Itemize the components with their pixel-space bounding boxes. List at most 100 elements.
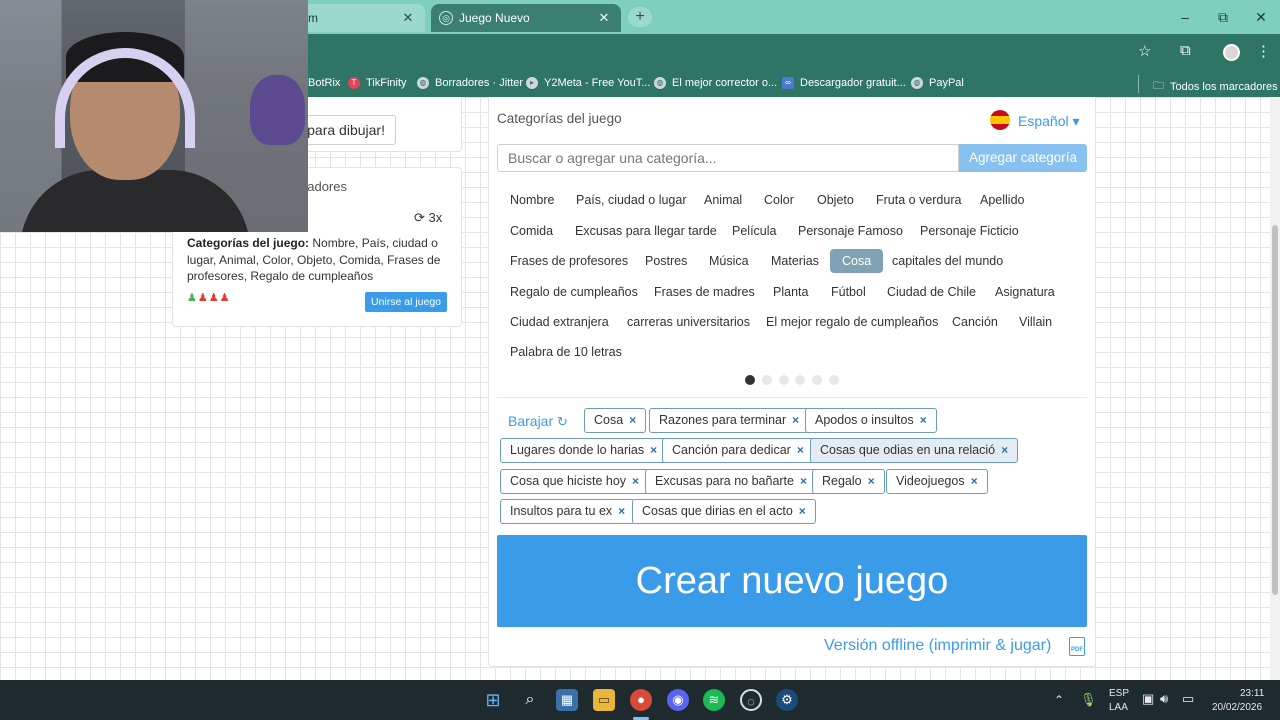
selected-tag[interactable]: Insultos para tu ex × bbox=[500, 499, 636, 524]
selected-tag[interactable]: Apodos o insultos × bbox=[805, 408, 937, 433]
category-chip[interactable]: Planta bbox=[761, 280, 820, 304]
category-chip[interactable]: El mejor regalo de cumpleaños bbox=[754, 310, 950, 334]
category-chip[interactable]: Canción bbox=[940, 310, 1010, 334]
category-chip-active[interactable]: Cosa bbox=[830, 249, 884, 273]
browser-tab-active[interactable]: ◎ Juego Nuevo ✕ bbox=[431, 4, 621, 32]
category-chip[interactable]: Villain bbox=[1007, 310, 1064, 334]
selected-tag[interactable]: Lugares donde lo harias × bbox=[500, 438, 668, 463]
carousel-dot[interactable] bbox=[795, 375, 805, 385]
category-chip[interactable]: Fruta o verdura bbox=[864, 188, 973, 212]
shuffle-button[interactable]: Barajar ↻ bbox=[508, 413, 568, 430]
star-icon[interactable]: ☆ bbox=[1138, 42, 1151, 60]
category-chip[interactable]: Ciudad de Chile bbox=[875, 280, 988, 304]
scrollbar-thumb[interactable] bbox=[1272, 225, 1278, 595]
bookmark-item[interactable]: ◍ El mejor corrector o... bbox=[654, 77, 777, 89]
search-icon[interactable]: ⌕ bbox=[519, 689, 541, 711]
category-chip[interactable]: Animal bbox=[692, 188, 754, 212]
language-indicator-sub[interactable]: LAA bbox=[1109, 702, 1128, 713]
selected-tag[interactable]: Cosa × bbox=[584, 408, 647, 433]
selected-tag[interactable]: Regalo × bbox=[812, 469, 885, 494]
bookmark-item[interactable]: ∞ Descargador gratuit... bbox=[782, 77, 906, 89]
selected-tag-hovered[interactable]: Cosas que odias en una relació × bbox=[810, 438, 1019, 463]
category-chip[interactable]: Frases de madres bbox=[642, 280, 767, 304]
close-window-button[interactable]: ✕ bbox=[1242, 0, 1280, 34]
category-chip[interactable]: Materias bbox=[759, 249, 831, 273]
carousel-dot[interactable] bbox=[762, 375, 772, 385]
create-game-button[interactable]: Crear nuevo juego bbox=[497, 535, 1087, 627]
page-scrollbar[interactable] bbox=[1270, 97, 1280, 680]
clock-time[interactable]: 23:11 bbox=[1240, 688, 1264, 699]
remove-icon[interactable]: × bbox=[797, 443, 804, 457]
discord-icon[interactable]: ◉ bbox=[667, 689, 689, 711]
category-chip[interactable]: Personaje Ficticio bbox=[908, 219, 1031, 243]
chevron-up-icon[interactable]: ⌃ bbox=[1054, 693, 1064, 707]
category-chip[interactable]: Excusas para llegar tarde bbox=[563, 219, 729, 243]
category-chip[interactable]: Personaje Famoso bbox=[786, 219, 915, 243]
menu-icon[interactable]: ⋮ bbox=[1256, 42, 1271, 60]
obs-icon[interactable]: ◌ bbox=[740, 689, 762, 711]
volume-icon[interactable]: 🔊︎ bbox=[1160, 691, 1168, 707]
category-chip[interactable]: Frases de profesores bbox=[498, 249, 640, 273]
remove-icon[interactable]: × bbox=[632, 474, 639, 488]
category-chip[interactable]: Nombre bbox=[498, 188, 566, 212]
selected-tag[interactable]: Razones para terminar × bbox=[649, 408, 810, 433]
browser-tab[interactable]: m ✕ bbox=[300, 4, 425, 32]
category-chip[interactable]: Fútbol bbox=[819, 280, 878, 304]
bookmark-item[interactable]: BotRix bbox=[308, 77, 340, 89]
category-chip[interactable]: capitales del mundo bbox=[880, 249, 1015, 273]
pdf-icon[interactable]: PDF bbox=[1069, 637, 1085, 656]
new-tab-button[interactable]: + bbox=[628, 7, 652, 27]
category-chip[interactable]: Postres bbox=[633, 249, 699, 273]
category-chip[interactable]: Regalo de cumpleaños bbox=[498, 280, 650, 304]
selected-tag[interactable]: Excusas para no bañarte × bbox=[645, 469, 817, 494]
language-select[interactable]: Español ▾ bbox=[1018, 113, 1080, 130]
bookmark-item[interactable]: ◍ Borradores · Jitter bbox=[417, 77, 523, 89]
extensions-icon[interactable]: ⧉ bbox=[1180, 42, 1191, 59]
remove-icon[interactable]: × bbox=[800, 474, 807, 488]
folder-icon[interactable]: ▭ bbox=[593, 689, 615, 711]
remove-icon[interactable]: × bbox=[1001, 443, 1008, 457]
category-chip[interactable]: País, ciudad o lugar bbox=[564, 188, 699, 212]
selected-tag[interactable]: Videojuegos × bbox=[886, 469, 988, 494]
microphone-icon[interactable]: 🎙 bbox=[1080, 692, 1097, 708]
carousel-dot[interactable] bbox=[812, 375, 822, 385]
minimize-button[interactable]: – bbox=[1166, 0, 1204, 34]
remove-icon[interactable]: × bbox=[868, 474, 875, 488]
remove-icon[interactable]: × bbox=[920, 413, 927, 427]
category-chip[interactable]: Música bbox=[697, 249, 761, 273]
selected-tag[interactable]: Cosas que dirias en el acto × bbox=[632, 499, 816, 524]
tab-close-icon[interactable]: ✕ bbox=[595, 10, 613, 26]
category-chip[interactable]: carreras universitarios bbox=[615, 310, 762, 334]
selected-tag[interactable]: Canción para dedicar × bbox=[662, 438, 814, 463]
category-chip[interactable]: Asignatura bbox=[983, 280, 1067, 304]
category-chip[interactable]: Apellido bbox=[968, 188, 1036, 212]
all-bookmarks[interactable]: 🗀 Todos los marcadores bbox=[1153, 77, 1278, 96]
bookmark-item[interactable]: ▸ Y2Meta - Free YouT... bbox=[526, 77, 650, 89]
bookmark-item[interactable]: ◍ PayPal bbox=[911, 77, 964, 89]
category-chip[interactable]: Objeto bbox=[805, 188, 866, 212]
selected-tag[interactable]: Cosa que hiciste hoy × bbox=[500, 469, 650, 494]
category-chip[interactable]: Comida bbox=[498, 219, 565, 243]
steam-icon[interactable]: ⚙ bbox=[776, 689, 798, 711]
start-icon[interactable]: ⊞ bbox=[482, 689, 504, 711]
language-indicator[interactable]: ESP bbox=[1109, 688, 1129, 699]
remove-icon[interactable]: × bbox=[650, 443, 657, 457]
clock-date[interactable]: 20/02/2026 bbox=[1212, 702, 1262, 713]
profile-avatar[interactable] bbox=[1223, 44, 1240, 61]
battery-icon[interactable]: ▭ bbox=[1182, 691, 1194, 707]
bookmark-item[interactable]: T TikFinity bbox=[348, 77, 407, 89]
remove-icon[interactable]: × bbox=[618, 504, 625, 518]
join-game-button[interactable]: Unirse al juego bbox=[365, 292, 447, 312]
category-chip[interactable]: Ciudad extranjera bbox=[498, 310, 621, 334]
category-chip[interactable]: Película bbox=[720, 219, 788, 243]
category-chip[interactable]: Color bbox=[752, 188, 806, 212]
category-search-input[interactable] bbox=[497, 144, 959, 172]
remove-icon[interactable]: × bbox=[792, 413, 799, 427]
remove-icon[interactable]: × bbox=[629, 413, 636, 427]
network-icon[interactable]: ▣ bbox=[1142, 691, 1154, 707]
carousel-dot-active[interactable] bbox=[745, 375, 755, 385]
offline-version-link[interactable]: Versión offline (imprimir & jugar) bbox=[824, 637, 1051, 655]
remove-icon[interactable]: × bbox=[971, 474, 978, 488]
add-category-button[interactable]: Agregar categoría bbox=[959, 144, 1087, 172]
store-icon[interactable]: ▦ bbox=[556, 689, 578, 711]
